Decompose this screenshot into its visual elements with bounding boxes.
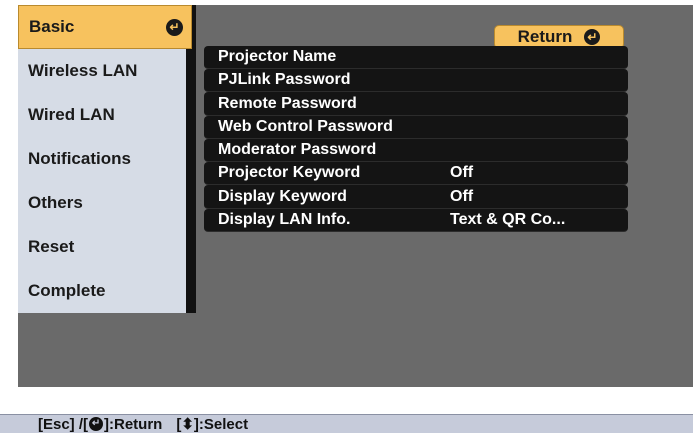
sidebar-item-wireless-lan[interactable]: Wireless LAN bbox=[18, 49, 186, 93]
sidebar-item-label: Wired LAN bbox=[28, 105, 115, 124]
enter-icon: ↵ bbox=[166, 19, 183, 36]
row-label: Projector Keyword bbox=[218, 164, 361, 182]
sidebar-item-reset[interactable]: Reset bbox=[18, 225, 186, 269]
row-remote-password[interactable]: Remote Password bbox=[204, 92, 628, 116]
sidebar-item-label: Others bbox=[28, 193, 83, 212]
sidebar-item-label: Complete bbox=[28, 281, 106, 300]
row-label: Projector Name bbox=[218, 48, 337, 66]
row-label: Display Keyword bbox=[218, 187, 347, 205]
return-label: Return bbox=[517, 27, 573, 46]
row-value: Off bbox=[450, 164, 474, 182]
row-label: Remote Password bbox=[218, 94, 357, 112]
row-label: Moderator Password bbox=[218, 141, 377, 159]
help-bar: [Esc] /[↵]:Return [⬍]:Select bbox=[0, 414, 693, 433]
menu-frame: Basic ↵ Wireless LAN Wired LAN Notificat… bbox=[18, 5, 693, 387]
sidebar-item-label: Wireless LAN bbox=[28, 61, 138, 80]
row-label: Display LAN Info. bbox=[218, 210, 351, 228]
row-display-keyword[interactable]: Display Keyword Off bbox=[204, 185, 628, 209]
row-projector-name[interactable]: Projector Name bbox=[204, 46, 628, 70]
enter-icon: ↵ bbox=[584, 29, 601, 45]
row-web-control-password[interactable]: Web Control Password bbox=[204, 115, 628, 139]
settings-list: Projector Name PJLink Password Remote Pa… bbox=[204, 46, 628, 232]
row-display-lan-info[interactable]: Display LAN Info. Text & QR Co... bbox=[204, 208, 628, 232]
sidebar-item-basic[interactable]: Basic ↵ bbox=[18, 5, 192, 49]
row-label: PJLink Password bbox=[218, 71, 351, 89]
sidebar: Basic ↵ Wireless LAN Wired LAN Notificat… bbox=[18, 5, 196, 387]
sidebar-item-notifications[interactable]: Notifications bbox=[18, 137, 186, 181]
sidebar-item-label: Basic bbox=[29, 17, 75, 36]
row-projector-keyword[interactable]: Projector Keyword Off bbox=[204, 162, 628, 186]
up-down-arrow-icon: ⬍ bbox=[181, 416, 194, 433]
row-moderator-password[interactable]: Moderator Password bbox=[204, 138, 628, 163]
row-label: Web Control Password bbox=[218, 117, 393, 135]
sidebar-item-label: Notifications bbox=[28, 149, 131, 168]
sidebar-item-label: Reset bbox=[28, 237, 75, 256]
sidebar-item-complete[interactable]: Complete bbox=[18, 269, 186, 313]
row-value: Text & QR Co... bbox=[450, 210, 566, 228]
help-select-text: ]:Select bbox=[193, 415, 249, 433]
help-esc-text: [Esc] /[ bbox=[38, 415, 89, 433]
sidebar-item-others[interactable]: Others bbox=[18, 181, 186, 225]
row-value: Off bbox=[450, 187, 474, 205]
enter-icon: ↵ bbox=[89, 417, 104, 431]
sidebar-item-wired-lan[interactable]: Wired LAN bbox=[18, 93, 186, 137]
row-pjlink-password[interactable]: PJLink Password bbox=[204, 69, 628, 93]
help-return-text: ]:Return bbox=[104, 415, 163, 433]
